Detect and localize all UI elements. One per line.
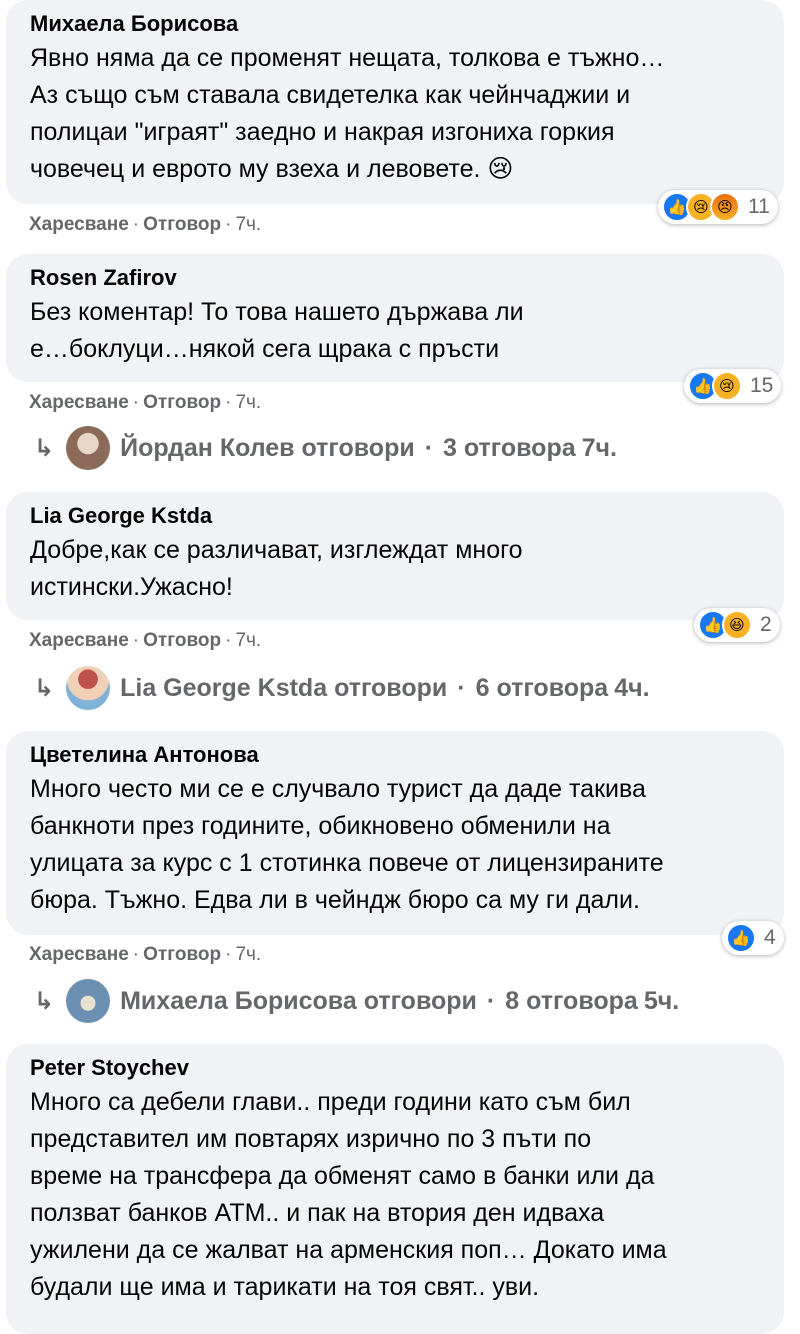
reply-count: 6 отговора bbox=[475, 673, 609, 702]
sad-icon: 😢 bbox=[712, 371, 742, 401]
comment-author[interactable]: Михаела Борисова bbox=[30, 10, 760, 38]
separator-dot: · bbox=[225, 944, 232, 965]
comment-text: Много често ми се е случвало турист да д… bbox=[30, 771, 760, 919]
separator-dot: · bbox=[457, 673, 466, 702]
comment-line: банкноти през годините, обикновено обмен… bbox=[30, 812, 611, 840]
like-link[interactable]: Харесване bbox=[29, 214, 129, 235]
separator-dot: · bbox=[225, 214, 232, 235]
comment-author[interactable]: Цветелина Антонова bbox=[30, 741, 760, 769]
reaction-count: 15 bbox=[750, 374, 774, 397]
reply-link[interactable]: Отговор bbox=[143, 630, 221, 651]
comment-text: Без коментар! То това нашето държава ли … bbox=[30, 294, 760, 368]
reactions-summary[interactable]: 👍 4 bbox=[722, 921, 784, 955]
separator-dot: · bbox=[424, 433, 434, 462]
reply-verb: отговори bbox=[301, 433, 415, 462]
reply-verb: отговори bbox=[363, 986, 477, 1015]
angry-icon: 😠 bbox=[710, 192, 740, 222]
separator-dot: · bbox=[132, 630, 140, 651]
comment: Peter Stoychev Много са дебели глави.. п… bbox=[6, 1044, 784, 1334]
view-replies[interactable]: ↳ Йордан Колев отговори · 3 отговора 7ч. bbox=[34, 426, 617, 470]
like-icon: 👍 bbox=[726, 923, 756, 953]
separator-dot: · bbox=[225, 630, 232, 651]
reply-arrow-icon: ↳ bbox=[34, 434, 55, 462]
avatar bbox=[66, 666, 111, 710]
comment-bubble: Цветелина Антонова Много често ми се е с… bbox=[6, 731, 784, 935]
reaction-count: 2 bbox=[760, 613, 772, 636]
comment-bubble: Михаела Борисова Явно няма да се променя… bbox=[6, 0, 784, 204]
separator-dot: · bbox=[225, 392, 232, 413]
comment-bubble: Rosen Zafirov Без коментар! То това наше… bbox=[6, 254, 784, 382]
reply-link[interactable]: Отговор bbox=[143, 392, 221, 413]
view-replies[interactable]: ↳ Михаела Борисова отговори · 8 отговора… bbox=[34, 979, 679, 1023]
comment-line: Много са дебели глави.. преди години кат… bbox=[30, 1088, 631, 1116]
comment: Lia George Kstda Добре,как се различават… bbox=[6, 492, 784, 620]
reaction-count: 4 bbox=[764, 926, 776, 949]
comment-line: е…боклуци…някой сега щрака с пръсти bbox=[30, 335, 500, 363]
reply-count: 3 отговора bbox=[443, 433, 576, 462]
comment-line: Явно няма да се променят нещата, толкова… bbox=[30, 44, 665, 72]
comment: Михаела Борисова Явно няма да се променя… bbox=[6, 0, 784, 204]
comment-line: Много често ми се е случвало турист да д… bbox=[30, 775, 646, 803]
comment-time[interactable]: 7ч. bbox=[235, 214, 261, 235]
comment: Rosen Zafirov Без коментар! То това наше… bbox=[6, 254, 784, 382]
reactions-summary[interactable]: 👍 😆 2 bbox=[694, 608, 780, 642]
avatar bbox=[66, 979, 111, 1023]
comment-actions: Харесване · Отговор · 7ч. bbox=[29, 944, 261, 966]
separator-dot: · bbox=[132, 392, 140, 413]
comment-line: време на трансфера да обменят само в бан… bbox=[30, 1162, 655, 1190]
comment-author[interactable]: Lia George Kstda bbox=[30, 502, 760, 530]
comment-time[interactable]: 7ч. bbox=[235, 944, 261, 965]
reply-arrow-icon: ↳ bbox=[34, 987, 55, 1015]
reply-count: 8 отговора bbox=[505, 986, 638, 1015]
separator-dot: · bbox=[132, 214, 140, 235]
reply-time: 5ч. bbox=[643, 986, 680, 1015]
comment: Цветелина Антонова Много често ми се е с… bbox=[6, 731, 784, 935]
comment-line: представител им повтарях изрично по 3 пъ… bbox=[30, 1125, 592, 1153]
reaction-count: 11 bbox=[748, 195, 770, 218]
reactions-summary[interactable]: 👍 😢 😠 11 bbox=[658, 190, 778, 224]
comment-time[interactable]: 7ч. bbox=[235, 630, 261, 651]
separator-dot: · bbox=[486, 986, 496, 1015]
separator-dot: · bbox=[132, 944, 140, 965]
like-link[interactable]: Харесване bbox=[29, 392, 129, 413]
comment-actions: Харесване · Отговор · 7ч. bbox=[29, 630, 261, 652]
comment-text: Много са дебели глави.. преди години кат… bbox=[30, 1084, 760, 1306]
like-link[interactable]: Харесване bbox=[29, 944, 129, 965]
comment-line: бюра. Тъжно. Едва ли в чейндж бюро са му… bbox=[30, 886, 640, 914]
comment-line: улицата за курс с 1 стотинка повече от л… bbox=[30, 849, 664, 877]
reply-link[interactable]: Отговор bbox=[143, 944, 221, 965]
reply-time: 7ч. bbox=[581, 433, 618, 462]
reply-time: 4ч. bbox=[614, 673, 650, 702]
comment-text: Добре,как се различават, изглеждат много… bbox=[30, 532, 760, 606]
comment-time[interactable]: 7ч. bbox=[235, 392, 261, 413]
comment-line: полицаи "играят" заедно и накрая изгоних… bbox=[30, 118, 615, 146]
reply-author: Lia George Kstda bbox=[120, 673, 328, 702]
comment-line: Добре,как се различават, изглеждат много bbox=[30, 536, 523, 564]
like-link[interactable]: Харесване bbox=[29, 630, 129, 651]
comment-line: будали ще има и тарикати на тоя свят.. у… bbox=[30, 1273, 540, 1301]
haha-icon: 😆 bbox=[722, 610, 752, 640]
comment-actions: Харесване · Отговор · 7ч. bbox=[29, 392, 261, 414]
comment-line: човечец и еврото му взеха и левовете. 😢 bbox=[30, 155, 514, 183]
comment-bubble: Peter Stoychev Много са дебели глави.. п… bbox=[6, 1044, 784, 1334]
comment-line: Аз също съм ставала свидетелка как чейнч… bbox=[30, 81, 631, 109]
comment-bubble: Lia George Kstda Добре,как се различават… bbox=[6, 492, 784, 620]
avatar bbox=[66, 426, 111, 470]
comment-line: Без коментар! То това нашето държава ли bbox=[30, 298, 524, 326]
comment-author[interactable]: Rosen Zafirov bbox=[30, 264, 760, 292]
reply-author: Михаела Борисова bbox=[120, 986, 357, 1015]
reply-verb: отговори bbox=[334, 673, 448, 702]
reply-author: Йордан Колев bbox=[120, 433, 295, 462]
comment-author[interactable]: Peter Stoychev bbox=[30, 1054, 760, 1082]
comment-line: ползват банков ATM.. и пак на втория ден… bbox=[30, 1199, 605, 1227]
reply-link[interactable]: Отговор bbox=[143, 214, 221, 235]
view-replies[interactable]: ↳ Lia George Kstda отговори · 6 отговора… bbox=[34, 666, 650, 710]
comment-line: истински.Ужасно! bbox=[30, 573, 233, 601]
reactions-summary[interactable]: 👍 😢 15 bbox=[684, 369, 782, 403]
reply-arrow-icon: ↳ bbox=[34, 674, 55, 702]
comment-text: Явно няма да се променят нещата, толкова… bbox=[30, 40, 760, 188]
comment-actions: Харесване · Отговор · 7ч. bbox=[29, 214, 261, 236]
comment-line: ужилени да се жалват на арменския поп… Д… bbox=[30, 1236, 667, 1264]
